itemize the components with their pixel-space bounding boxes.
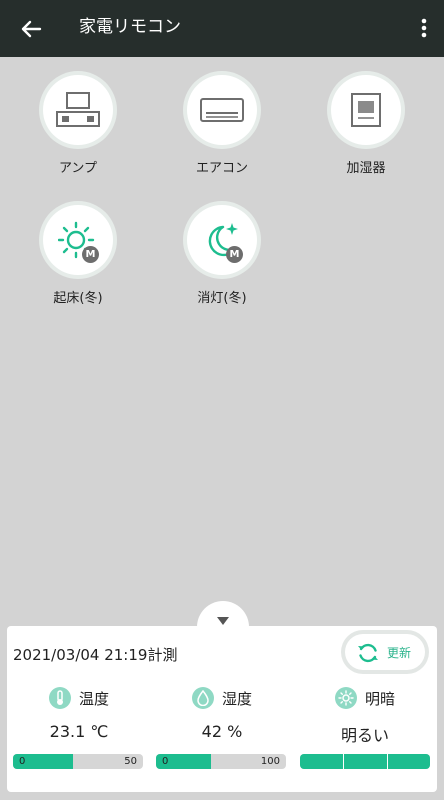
temperature-min: 0 — [19, 756, 26, 767]
device-label: 加湿器 — [346, 161, 386, 176]
humidity-metric: 湿度 42 % — [152, 686, 292, 741]
temperature-value: 23.1 ℃ — [49, 722, 109, 741]
humidity-value: 42 % — [201, 722, 243, 741]
brightness-gauge-divider — [386, 754, 388, 769]
back-arrow-icon[interactable] — [16, 14, 46, 44]
device-amplifier[interactable]: アンプ — [23, 75, 133, 176]
refresh-button[interactable]: 更新 — [345, 634, 425, 670]
device-wake-winter[interactable]: M 起床(冬) — [23, 205, 133, 306]
device-button[interactable]: M — [187, 205, 257, 275]
more-vert-icon[interactable] — [416, 14, 432, 44]
brightness-gauge-divider — [343, 754, 345, 769]
device-label: アンプ — [58, 161, 98, 176]
app-bar: 家電リモコン — [0, 0, 444, 57]
refresh-label: 更新 — [387, 646, 412, 660]
device-label: 消灯(冬) — [197, 291, 247, 306]
temperature-max: 50 — [124, 756, 137, 767]
brightness-gauge-fill — [300, 754, 430, 769]
device-label: エアコン — [195, 161, 248, 176]
device-button[interactable]: M — [43, 205, 113, 275]
device-label: 起床(冬) — [53, 291, 103, 306]
device-air-conditioner[interactable]: エアコン — [167, 75, 277, 176]
thermometer-icon — [48, 687, 71, 709]
temperature-label: 温度 — [78, 689, 109, 708]
brightness-icon — [334, 687, 357, 709]
brightness-metric: 明暗 明るい — [295, 686, 435, 746]
temperature-gauge: 0 50 — [13, 754, 143, 769]
page-title: 家電リモコン — [79, 17, 181, 37]
brightness-gauge — [300, 754, 430, 769]
manual-badge: M — [226, 246, 243, 263]
measured-timestamp: 2021/03/04 21:19計測 — [13, 646, 178, 664]
device-button[interactable] — [331, 75, 401, 145]
manual-badge: M — [82, 246, 99, 263]
device-humidifier[interactable]: 加湿器 — [311, 75, 421, 176]
humidity-min: 0 — [162, 756, 169, 767]
humidity-max: 100 — [260, 756, 280, 767]
device-button[interactable] — [187, 75, 257, 145]
water-drop-icon — [191, 687, 214, 709]
sensor-panel: 2021/03/04 21:19計測 更新 温度 23.1 ℃ 湿度 42 % … — [7, 626, 437, 792]
device-button[interactable] — [43, 75, 113, 145]
humidity-gauge: 0 100 — [156, 754, 286, 769]
brightness-value: 明るい — [340, 726, 389, 745]
humidity-label: 湿度 — [221, 689, 252, 708]
brightness-label: 明暗 — [364, 689, 395, 708]
device-lights-off-winter[interactable]: M 消灯(冬) — [167, 205, 277, 306]
temperature-metric: 温度 23.1 ℃ — [9, 686, 149, 741]
